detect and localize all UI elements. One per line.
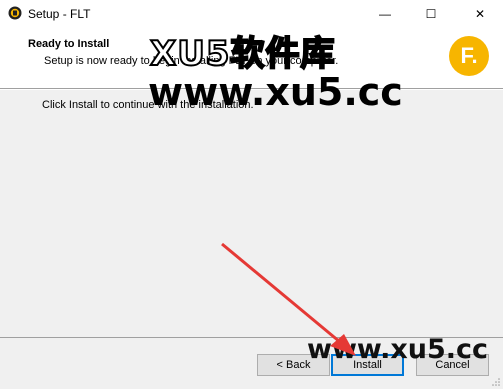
red-arrow-annotation	[221, 242, 356, 356]
